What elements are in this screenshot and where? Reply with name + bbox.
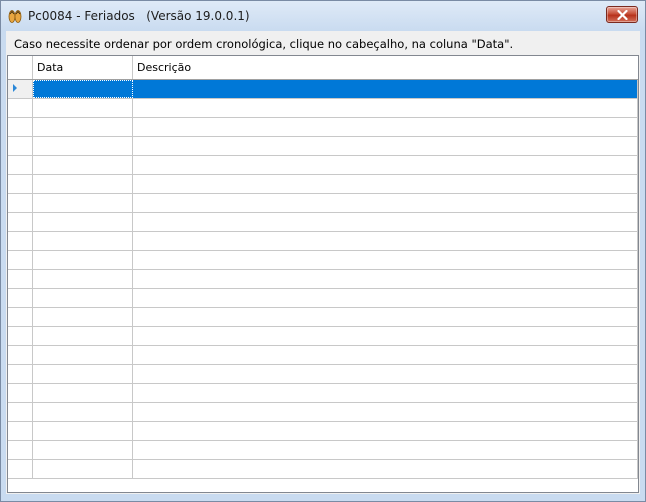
row-indicator-cell[interactable]	[8, 80, 33, 98]
row-indicator-cell[interactable]	[8, 289, 33, 307]
cell-descricao[interactable]	[133, 346, 638, 364]
table-row[interactable]	[8, 118, 638, 137]
cell-data[interactable]	[33, 460, 133, 478]
title-bar[interactable]: Pc0084 - Feriados (Versão 19.0.0.1)	[1, 1, 645, 31]
table-row[interactable]	[8, 80, 638, 99]
cell-descricao[interactable]	[133, 270, 638, 288]
row-indicator-cell[interactable]	[8, 99, 33, 117]
cell-data[interactable]	[33, 270, 133, 288]
table-row[interactable]	[8, 175, 638, 194]
flip-flops-icon	[7, 8, 23, 24]
table-row[interactable]	[8, 194, 638, 213]
cell-descricao[interactable]	[133, 308, 638, 326]
row-indicator-header	[8, 56, 33, 79]
cell-data[interactable]	[33, 346, 133, 364]
table-row[interactable]	[8, 327, 638, 346]
table-row[interactable]	[8, 441, 638, 460]
cell-descricao[interactable]	[133, 156, 638, 174]
close-button[interactable]	[606, 6, 638, 23]
cell-data[interactable]	[33, 118, 133, 136]
table-row[interactable]	[8, 289, 638, 308]
row-indicator-cell[interactable]	[8, 137, 33, 155]
table-row[interactable]	[8, 460, 638, 479]
close-icon	[617, 10, 628, 20]
table-row[interactable]	[8, 99, 638, 118]
row-indicator-cell[interactable]	[8, 403, 33, 421]
row-indicator-cell[interactable]	[8, 175, 33, 193]
table-row[interactable]	[8, 270, 638, 289]
grid-header: Data Descrição	[8, 56, 638, 80]
cell-descricao[interactable]	[133, 422, 638, 440]
cell-data[interactable]	[33, 213, 133, 231]
cell-data[interactable]	[33, 441, 133, 459]
cell-descricao[interactable]	[133, 327, 638, 345]
table-row[interactable]	[8, 403, 638, 422]
table-row[interactable]	[8, 213, 638, 232]
cell-data[interactable]	[33, 251, 133, 269]
cell-descricao[interactable]	[133, 384, 638, 402]
cell-data[interactable]	[33, 232, 133, 250]
cell-descricao[interactable]	[133, 403, 638, 421]
cell-data[interactable]	[33, 422, 133, 440]
column-header-data[interactable]: Data	[33, 56, 133, 79]
client-area: Caso necessite ordenar por ordem cronoló…	[6, 31, 640, 494]
row-indicator-cell[interactable]	[8, 156, 33, 174]
row-indicator-cell[interactable]	[8, 365, 33, 383]
cell-descricao[interactable]	[133, 460, 638, 478]
feriados-window: Pc0084 - Feriados (Versão 19.0.0.1) Caso…	[0, 0, 646, 502]
cell-descricao[interactable]	[133, 194, 638, 212]
table-row[interactable]	[8, 422, 638, 441]
row-indicator-cell[interactable]	[8, 460, 33, 478]
cell-data[interactable]	[33, 156, 133, 174]
cell-descricao[interactable]	[133, 118, 638, 136]
row-indicator-cell[interactable]	[8, 232, 33, 250]
row-indicator-cell[interactable]	[8, 194, 33, 212]
cell-data[interactable]	[33, 289, 133, 307]
row-indicator-cell[interactable]	[8, 441, 33, 459]
cell-data[interactable]	[33, 194, 133, 212]
table-row[interactable]	[8, 137, 638, 156]
row-indicator-cell[interactable]	[8, 422, 33, 440]
grid-body	[8, 80, 638, 479]
window-title: Pc0084 - Feriados (Versão 19.0.0.1)	[28, 9, 250, 23]
cell-data[interactable]	[33, 175, 133, 193]
cell-descricao[interactable]	[133, 99, 638, 117]
holidays-grid[interactable]: Data Descrição	[7, 55, 639, 493]
cell-descricao[interactable]	[133, 175, 638, 193]
cell-descricao[interactable]	[133, 213, 638, 231]
cell-descricao[interactable]	[133, 365, 638, 383]
cell-data[interactable]	[33, 137, 133, 155]
cell-data[interactable]	[33, 384, 133, 402]
row-indicator-cell[interactable]	[8, 213, 33, 231]
table-row[interactable]	[8, 365, 638, 384]
cell-data[interactable]	[33, 80, 133, 98]
table-row[interactable]	[8, 232, 638, 251]
row-indicator-cell[interactable]	[8, 270, 33, 288]
row-indicator-cell[interactable]	[8, 118, 33, 136]
cell-descricao[interactable]	[133, 80, 638, 98]
row-indicator-cell[interactable]	[8, 346, 33, 364]
table-row[interactable]	[8, 308, 638, 327]
cell-descricao[interactable]	[133, 441, 638, 459]
cell-descricao[interactable]	[133, 251, 638, 269]
row-indicator-cell[interactable]	[8, 308, 33, 326]
cell-descricao[interactable]	[133, 232, 638, 250]
table-row[interactable]	[8, 384, 638, 403]
cell-data[interactable]	[33, 308, 133, 326]
cell-descricao[interactable]	[133, 289, 638, 307]
cell-data[interactable]	[33, 327, 133, 345]
cell-data[interactable]	[33, 99, 133, 117]
row-indicator-cell[interactable]	[8, 251, 33, 269]
table-row[interactable]	[8, 156, 638, 175]
info-label: Caso necessite ordenar por ordem cronoló…	[14, 37, 514, 51]
table-row[interactable]	[8, 251, 638, 270]
row-indicator-cell[interactable]	[8, 327, 33, 345]
cell-descricao[interactable]	[133, 137, 638, 155]
current-row-arrow-icon	[13, 84, 17, 92]
table-row[interactable]	[8, 346, 638, 365]
column-header-descricao[interactable]: Descrição	[133, 56, 638, 79]
row-indicator-cell[interactable]	[8, 384, 33, 402]
cell-data[interactable]	[33, 403, 133, 421]
cell-data[interactable]	[33, 365, 133, 383]
